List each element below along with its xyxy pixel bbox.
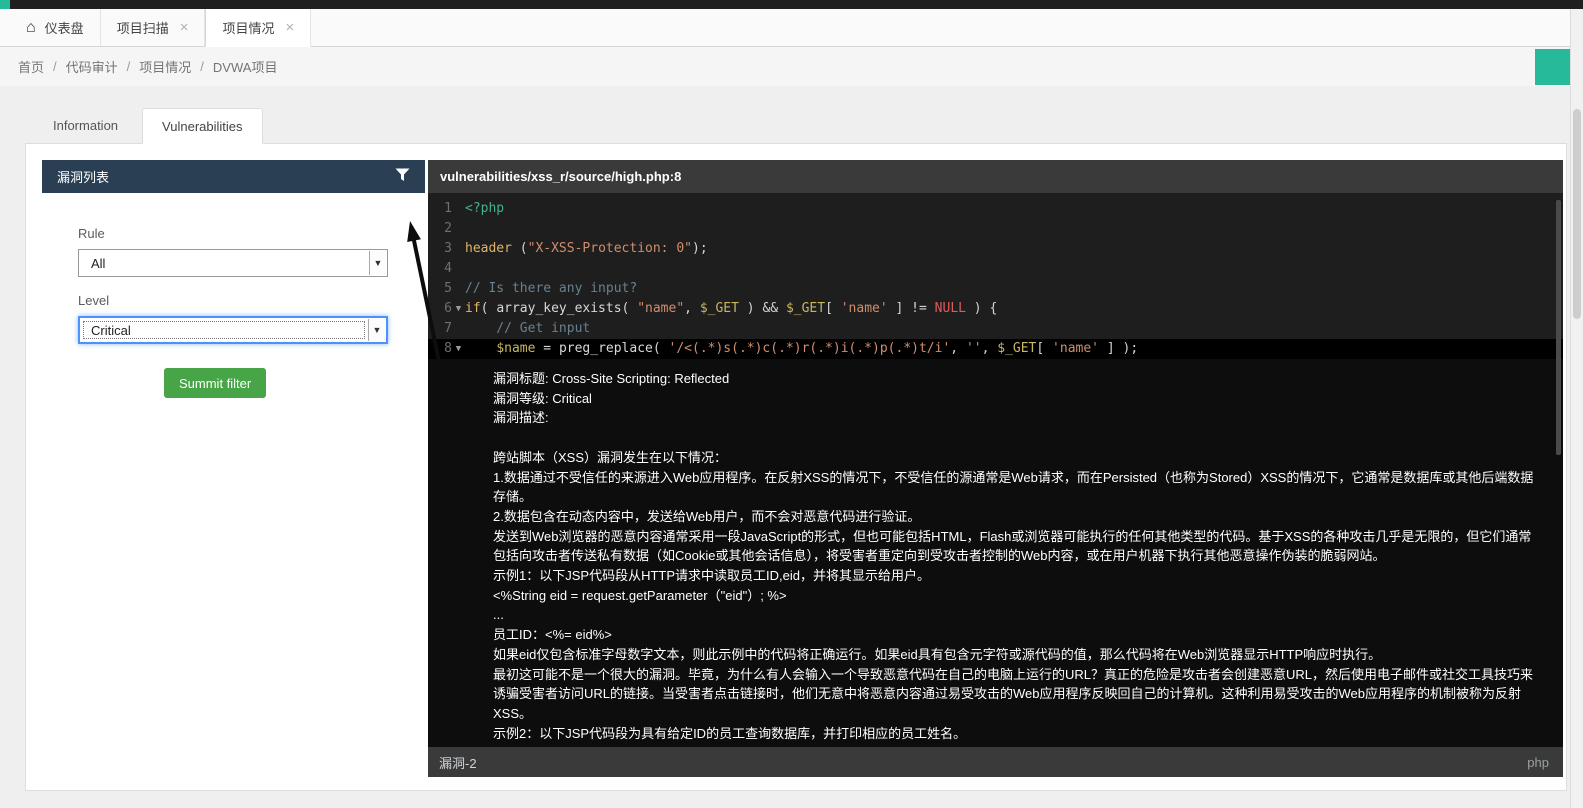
- top-strip: [0, 0, 1583, 9]
- code-line[interactable]: 8 ▼ $name = preg_replace( '/<(.*)s(.*)c(.…: [428, 339, 1563, 359]
- vulnerability-detail-line: 示例1：以下JSP代码段从HTTP请求中读取员工ID,eid，并将其显示给用户。: [493, 568, 930, 584]
- vulnerability-detail-line: ...: [493, 607, 504, 623]
- code-line[interactable]: 2: [428, 219, 1563, 239]
- level-select[interactable]: Critical ▼: [78, 316, 388, 344]
- tab-project-status[interactable]: 项目情况 ×: [205, 9, 312, 47]
- code-viewer-panel: vulnerabilities/xss_r/source/high.php:8 …: [428, 160, 1563, 777]
- breadcrumb-separator: /: [200, 59, 204, 74]
- window-tab-bar: ⌂ 仪表盘 项目扫描 × 项目情况 ×: [0, 9, 1583, 47]
- vulnerability-detail-line: 如果eid仅包含标准字母数字文本，则此示例中的代码将正确运行。如果eid具有包含…: [493, 646, 1382, 662]
- tab-label: 项目情况: [222, 21, 275, 36]
- code-footer: 漏洞-2 php: [428, 747, 1563, 777]
- rule-label: Rule: [78, 226, 105, 241]
- level-select-value: Critical: [91, 322, 131, 338]
- top-strip-accent: [0, 0, 10, 9]
- rule-select[interactable]: All ▼: [78, 249, 388, 277]
- breadcrumb-item-code-audit[interactable]: 代码审计: [66, 57, 118, 76]
- vulnerability-detail-line: <%String eid = request.getParameter（"eid…: [493, 587, 787, 603]
- annotation-arrow: [407, 221, 449, 402]
- vulnerability-detail-line: 跨站脚本（XSS）漏洞发生在以下情况：: [493, 449, 728, 465]
- tab-information[interactable]: Information: [33, 108, 138, 143]
- vulnerability-detail-line: 漏洞等级: Critical: [493, 390, 592, 406]
- code-text: header ("X-XSS-Protection: 0");: [465, 241, 708, 256]
- vulnerability-detail-line: 示例2：以下JSP代码段为具有给定ID的员工查询数据库，并打印相应的员工姓名。: [493, 725, 967, 741]
- level-label: Level: [78, 293, 110, 308]
- breadcrumb-separator: /: [126, 59, 131, 74]
- filter-form: Rule All ▼ Level Critical ▼ Summit filte…: [42, 193, 425, 398]
- chevron-down-icon: ▼: [368, 319, 385, 341]
- tab-label: 项目扫描: [116, 21, 169, 36]
- code-editor[interactable]: 1 <?php 2 3 header ("X-XSS-Protection: 0"); 4…: [428, 193, 1563, 747]
- vulnerability-list-panel: 漏洞列表 Rule All ▼ Level Critical ▼ Summit …: [42, 160, 425, 777]
- vulnerability-detail-line: 漏洞标题: Cross-Site Scripting: Reflected: [493, 371, 730, 386]
- page-scrollbar[interactable]: [1570, 9, 1583, 808]
- content-tab-bar: Information Vulnerabilities: [33, 108, 1567, 144]
- code-line[interactable]: 7 // Get input: [428, 319, 1563, 339]
- vulnerability-detail-line: 最初这可能不是一个很大的漏洞。毕竟，为什么有人会输入一个导致恶意代码在自己的电脑…: [493, 666, 1534, 721]
- code-scrollbar[interactable]: [1556, 200, 1561, 455]
- breadcrumb-separator: /: [53, 59, 57, 74]
- breadcrumb-item-project-status[interactable]: 项目情况: [139, 57, 191, 76]
- language-label: php: [1527, 754, 1549, 770]
- code-line[interactable]: 6 ▼ if( array_key_exists( "name", $_GET ) …: [428, 299, 1563, 319]
- vulnerability-detail-line: 发送到Web浏览器的恶意内容通常采用一段JavaScript的形式，但也可能包括…: [493, 528, 1532, 564]
- code-text: // Get input: [465, 321, 591, 336]
- breadcrumb: 首页 / 代码审计 / 项目情况 / DVWA项目: [0, 47, 1583, 86]
- tab-label: 仪表盘: [44, 21, 84, 36]
- code-text: if( array_key_exists( "name", $_GET ) &&…: [465, 301, 998, 316]
- page-scrollbar-thumb[interactable]: [1573, 109, 1581, 319]
- close-icon[interactable]: ×: [285, 20, 294, 35]
- code-text: <?php: [465, 201, 505, 216]
- vulnerability-detail-line: 漏洞描述:: [493, 410, 549, 426]
- main-card: 漏洞列表 Rule All ▼ Level Critical ▼ Summit …: [25, 143, 1567, 791]
- chevron-down-icon: ▼: [369, 251, 386, 275]
- main-content: Information Vulnerabilities 漏洞列表 Rule Al…: [0, 86, 1583, 791]
- filter-icon[interactable]: [395, 168, 410, 185]
- vulnerability-detail-line: [493, 428, 1541, 448]
- code-line[interactable]: 1 <?php: [428, 199, 1563, 219]
- tab-dashboard[interactable]: ⌂ 仪表盘: [10, 9, 101, 46]
- home-icon: ⌂: [26, 18, 36, 36]
- code-file-path: vulnerabilities/xss_r/source/high.php:8: [428, 160, 1563, 193]
- rule-select-value: All: [91, 255, 106, 271]
- vulnerability-detail-line: 1.数据通过不受信任的来源进入Web应用程序。在反射XSS的情况下，不受信任的源…: [493, 469, 1534, 505]
- breadcrumb-item-current-project: DVWA项目: [212, 60, 278, 75]
- vulnerability-detail-line: 2.数据包含在动态内容中，发送给Web用户，而不会对恶意代码进行验证。: [493, 508, 921, 524]
- vulnerability-detail: 漏洞标题: Cross-Site Scripting: Reflected 漏洞等…: [428, 359, 1563, 747]
- breadcrumb-item-home[interactable]: 首页: [18, 57, 44, 76]
- tab-vulnerabilities[interactable]: Vulnerabilities: [142, 108, 263, 144]
- code-text: // Is there any input?: [465, 281, 638, 296]
- vulnerability-count-label: 漏洞-2: [439, 755, 477, 771]
- code-line[interactable]: 3 header ("X-XSS-Protection: 0");: [428, 239, 1563, 259]
- tab-project-scan[interactable]: 项目扫描 ×: [101, 9, 206, 46]
- submit-filter-button[interactable]: Summit filter: [164, 368, 267, 398]
- code-text: $name = preg_replace( '/<(.*)s(.*)c(.*)r…: [496, 341, 1139, 356]
- close-icon[interactable]: ×: [180, 20, 189, 35]
- code-line[interactable]: 4: [428, 259, 1563, 279]
- code-line[interactable]: 5// Is there any input?: [428, 279, 1563, 299]
- panel-title: 漏洞列表: [57, 170, 110, 185]
- panel-header: 漏洞列表: [42, 160, 425, 193]
- vulnerability-detail-line: 员工ID：<%= eid%>: [493, 627, 612, 643]
